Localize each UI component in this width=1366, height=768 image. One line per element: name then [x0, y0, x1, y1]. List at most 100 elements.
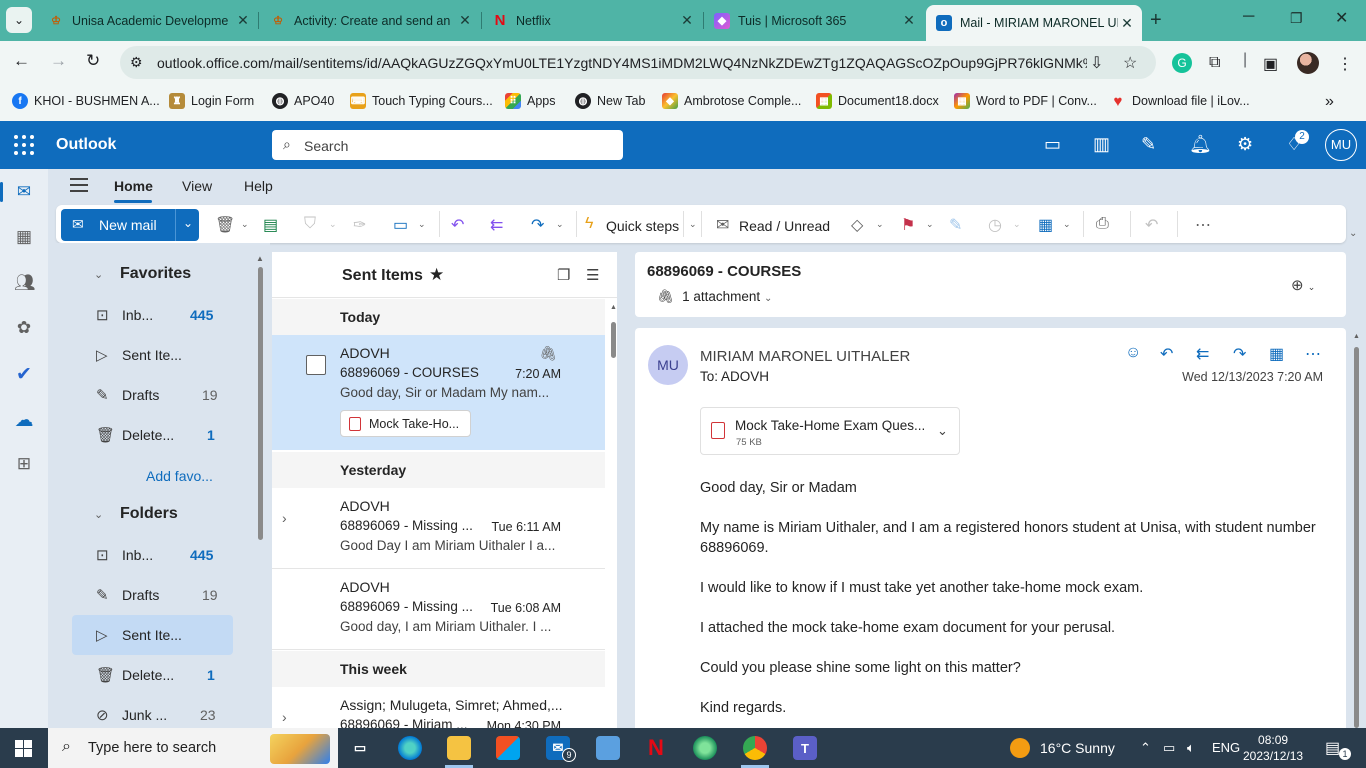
- scroll-up-icon[interactable]: ▲: [610, 304, 617, 311]
- chevron-down-icon[interactable]: ⌄: [94, 508, 103, 521]
- report-dropdown-icon[interactable]: ⌄: [329, 219, 337, 230]
- windows-start-icon[interactable]: [15, 740, 32, 757]
- teams-app-icon[interactable]: T: [793, 736, 817, 760]
- search-box[interactable]: ⌕ Search: [272, 130, 623, 160]
- folder-inbox[interactable]: ⊡ Inb... 445: [72, 535, 233, 575]
- browser-tab[interactable]: ♔ Unisa Academic Developme ✕: [48, 6, 252, 35]
- taskbar-search[interactable]: ⌕ Type here to search: [48, 728, 338, 768]
- rules-icon[interactable]: ▦: [1038, 215, 1053, 235]
- favorite-inbox[interactable]: ⊡ Inb... 445: [72, 295, 233, 335]
- add-favorite-link[interactable]: Add favo...: [146, 468, 213, 484]
- folder-deleted[interactable]: 🗑︎ Delete... 1: [72, 655, 233, 695]
- quick-steps-dropdown-icon[interactable]: ⌄: [689, 219, 697, 230]
- photos-icon[interactable]: [596, 736, 620, 760]
- address-bar[interactable]: ⚙ outlook.office.com/mail/sentitems/id/A…: [120, 46, 1156, 79]
- star-icon[interactable]: ★: [429, 265, 444, 285]
- print-icon[interactable]: ⎙: [1096, 215, 1109, 233]
- attachment-chip[interactable]: Mock Take-Ho...: [340, 410, 471, 437]
- chrome-icon[interactable]: [743, 736, 767, 760]
- new-mail-dropdown-icon[interactable]: ⌄: [183, 216, 193, 230]
- select-checkbox[interactable]: [306, 355, 326, 375]
- chevron-up-icon[interactable]: ⌃: [1140, 740, 1151, 756]
- tab-home[interactable]: Home: [114, 178, 153, 194]
- forward-dropdown-icon[interactable]: ⌄: [556, 219, 564, 230]
- task-view-icon[interactable]: ▭: [348, 736, 372, 760]
- side-panel-icon[interactable]: ▣: [1263, 54, 1278, 74]
- close-tab-icon[interactable]: ✕: [678, 12, 696, 29]
- read-unread-button[interactable]: Read / Unread: [739, 218, 830, 234]
- categorize-dropdown-icon[interactable]: ⌄: [876, 219, 884, 230]
- scroll-up-icon[interactable]: ▲: [256, 254, 264, 263]
- delete-dropdown-icon[interactable]: ⌄: [241, 219, 249, 230]
- bookmark-item[interactable]: ▦ Document18.docx: [816, 93, 939, 109]
- bookmark-item[interactable]: ◍ New Tab: [575, 93, 645, 109]
- favorite-sent-items[interactable]: ▷ Sent Ite...: [72, 335, 233, 375]
- favorite-drafts[interactable]: ✎ Drafts 19: [72, 375, 233, 415]
- todo-icon[interactable]: ✔: [14, 363, 34, 385]
- profile-avatar[interactable]: [1297, 52, 1319, 74]
- scroll-up-icon[interactable]: ▲: [1353, 333, 1360, 340]
- extensions-icon[interactable]: ⧉: [1209, 54, 1220, 72]
- restore-icon[interactable]: ❐: [1290, 10, 1303, 27]
- sender-name[interactable]: MIRIAM MARONEL UITHALER: [700, 348, 910, 365]
- reply-icon[interactable]: ↶: [451, 215, 464, 235]
- more-bookmarks-icon[interactable]: »: [1325, 93, 1334, 111]
- list-item[interactable]: › ADOVH 68896069 - Missing ... Tue 6:11 …: [272, 488, 605, 569]
- file-explorer-icon[interactable]: [447, 736, 471, 760]
- archive-icon[interactable]: ▤: [263, 215, 278, 235]
- forward-icon[interactable]: →: [50, 51, 67, 71]
- battery-icon[interactable]: ▭: [1163, 740, 1175, 756]
- bell-icon[interactable]: 🔔︎: [1189, 134, 1212, 155]
- ribbon-collapse-icon[interactable]: ⌄: [1349, 228, 1357, 239]
- chevron-down-icon[interactable]: ⌄: [94, 268, 103, 281]
- netflix-app-icon[interactable]: N: [644, 735, 668, 760]
- forward-icon[interactable]: ↷: [531, 215, 544, 235]
- edge-icon[interactable]: [398, 736, 422, 760]
- sweep-icon[interactable]: ✑: [353, 215, 366, 235]
- folder-sent-items[interactable]: ▷ Sent Ite...: [72, 615, 233, 655]
- bookmark-item[interactable]: ◆ Ambrotose Comple...: [662, 93, 801, 109]
- report-icon[interactable]: ⛉: [304, 215, 316, 233]
- install-app-icon[interactable]: ⇩: [1090, 53, 1103, 73]
- close-tab-icon[interactable]: ✕: [1118, 15, 1136, 32]
- list-item-selected[interactable]: ADOVH 🖇︎ 68896069 - COURSES 7:20 AM Good…: [272, 335, 605, 450]
- tab-help[interactable]: Help: [244, 178, 273, 194]
- browser-tab-active[interactable]: o Mail - MIRIAM MARONEL UI ✕: [926, 5, 1142, 41]
- attachment-card[interactable]: Mock Take-Home Exam Ques... 75 KB ⌄: [700, 407, 960, 455]
- select-mode-icon[interactable]: ❐: [557, 266, 570, 284]
- favorites-header[interactable]: Favorites: [120, 265, 191, 283]
- edge-beta-icon[interactable]: [693, 736, 717, 760]
- tag-icon[interactable]: ◇: [851, 215, 863, 235]
- groups-icon[interactable]: ✿: [14, 318, 34, 338]
- system-clock[interactable]: 08:09 2023/12/13: [1243, 732, 1303, 764]
- folder-drafts[interactable]: ✎ Drafts 19: [72, 575, 233, 615]
- url-text[interactable]: outlook.office.com/mail/sentitems/id/AAQ…: [157, 55, 1087, 71]
- mail-icon[interactable]: ✉: [14, 182, 34, 202]
- microsoft-store-icon[interactable]: [496, 736, 520, 760]
- browser-tab[interactable]: ♔ Activity: Create and send an ✕: [270, 6, 474, 35]
- chevron-right-icon[interactable]: ›: [282, 709, 287, 725]
- reading-pane-scrollbar[interactable]: [1354, 347, 1359, 728]
- app-launcher-icon[interactable]: [14, 135, 34, 155]
- chevron-right-icon[interactable]: ›: [282, 510, 287, 526]
- rules-dropdown-icon[interactable]: ⌄: [1063, 219, 1071, 230]
- new-mail-button[interactable]: ✉ New mail ⌄: [61, 209, 199, 241]
- bookmark-item[interactable]: ◍ APO40: [272, 93, 334, 109]
- forward-icon[interactable]: ↷: [1233, 344, 1246, 364]
- zoom-icon[interactable]: ⊕ ⌄: [1291, 276, 1315, 294]
- reply-all-icon[interactable]: ⇇: [490, 215, 503, 235]
- reply-icon[interactable]: ↶: [1160, 344, 1173, 364]
- close-tab-icon[interactable]: ✕: [900, 12, 918, 29]
- bookmark-item[interactable]: ♜ Login Form: [169, 93, 254, 109]
- tab-search-dropdown[interactable]: ⌄: [6, 7, 32, 33]
- close-window-icon[interactable]: ✕: [1335, 8, 1348, 28]
- browser-tab[interactable]: N Netflix ✕: [492, 6, 696, 35]
- app-name[interactable]: Outlook: [56, 136, 116, 154]
- people-icon[interactable]: 👥︎: [14, 273, 36, 293]
- bookmark-item[interactable]: f KHOI - BUSHMEN A...: [12, 93, 160, 109]
- chevron-down-icon[interactable]: ⌄: [937, 423, 948, 439]
- tab-view[interactable]: View: [182, 178, 212, 194]
- minimize-icon[interactable]: ─: [1243, 8, 1254, 26]
- folder-scrollbar[interactable]: [258, 267, 263, 540]
- weather-text[interactable]: 16°C Sunny: [1040, 740, 1115, 756]
